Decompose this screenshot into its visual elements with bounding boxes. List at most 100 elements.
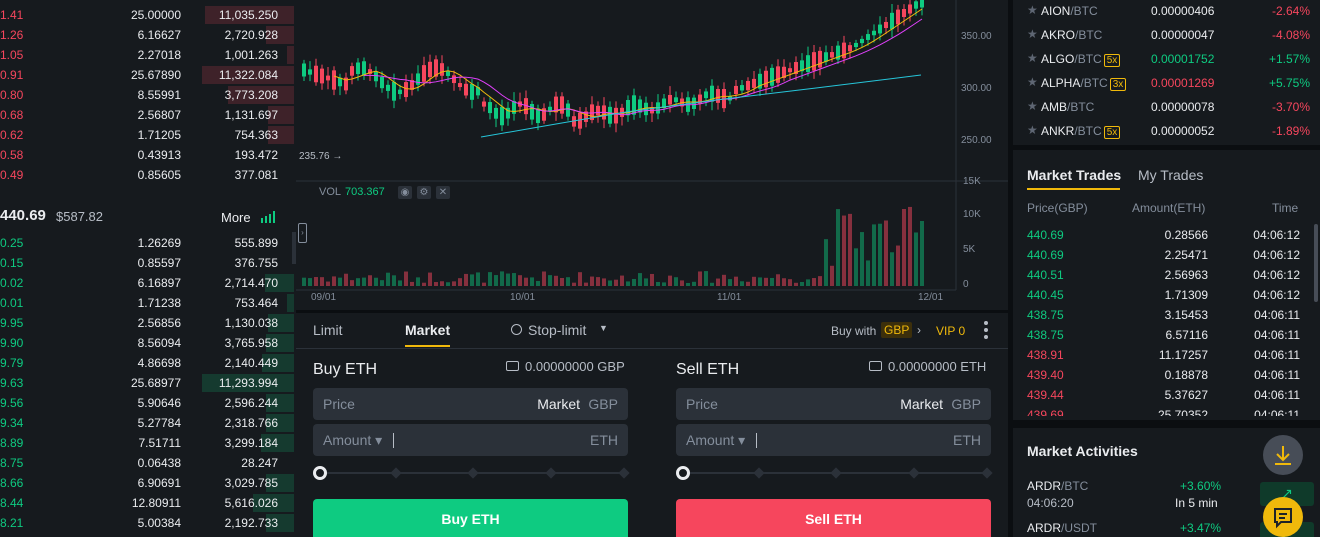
- chat-button[interactable]: [1263, 497, 1303, 537]
- order-book-row[interactable]: 0.01 1.71238 753.464: [0, 293, 296, 313]
- buy-price-field[interactable]: Price Market GBP: [313, 388, 628, 420]
- volume-bar: [362, 277, 366, 286]
- column-header-price: Price(GBP): [1027, 201, 1088, 215]
- star-icon[interactable]: ★: [1027, 75, 1038, 89]
- download-button[interactable]: [1263, 435, 1303, 475]
- pair-row[interactable]: ★ ALGO/BTC 5x 0.00001752 +1.57%: [1013, 49, 1320, 73]
- more-options-icon[interactable]: [984, 321, 988, 339]
- activity-change: +3.60%: [1180, 479, 1222, 493]
- candle-body: [872, 30, 876, 36]
- buy-button[interactable]: Buy ETH: [313, 499, 628, 537]
- candle-body: [356, 62, 360, 75]
- chevron-right-icon[interactable]: ›: [917, 323, 921, 337]
- price-chart[interactable]: 235.76 → VOL 703.367 ◉ ⚙ ✕ › 350.00 300.0…: [296, 0, 1008, 310]
- price-tick: 250.00: [961, 135, 992, 146]
- order-book-row[interactable]: 9.56 5.90646 2,596.244: [0, 393, 296, 413]
- vip-level[interactable]: VIP 0: [936, 324, 965, 338]
- order-book-row[interactable]: 9.79 4.86698 2,140.449: [0, 353, 296, 373]
- order-book-row[interactable]: 0.02 6.16897 2,714.470: [0, 273, 296, 293]
- order-book-row[interactable]: 0.68 2.56807 1,131.697: [0, 105, 296, 125]
- pair-row[interactable]: ★ AKRO/BTC 0.00000047 -4.08%: [1013, 25, 1320, 49]
- more-button[interactable]: More: [221, 210, 251, 225]
- candle-body: [746, 80, 750, 91]
- active-tab-indicator: [405, 345, 450, 347]
- slider-handle[interactable]: [313, 466, 327, 480]
- volume-bar: [380, 280, 384, 286]
- volume-bar: [428, 272, 432, 286]
- candle-body: [764, 70, 768, 88]
- buy-amount-slider[interactable]: [313, 466, 630, 480]
- order-book-row[interactable]: 0.91 25.67890 11,322.084: [0, 65, 296, 85]
- pair-row[interactable]: ★ AION/BTC 0.00000406 -2.64%: [1013, 1, 1320, 25]
- candle-body: [338, 77, 342, 87]
- star-icon[interactable]: ★: [1027, 51, 1038, 65]
- candle-body: [398, 89, 402, 95]
- candle-body: [884, 21, 888, 29]
- bars-icon[interactable]: [260, 211, 276, 223]
- slider-handle[interactable]: [676, 466, 690, 480]
- candle-body: [482, 101, 486, 107]
- close-icon[interactable]: ✕: [436, 186, 450, 199]
- order-book-row[interactable]: 0.15 0.85597 376.755: [0, 253, 296, 273]
- tab-stop-limit[interactable]: Stop-limit: [528, 322, 586, 338]
- tab-my-trades[interactable]: My Trades: [1138, 167, 1203, 183]
- chevron-down-icon[interactable]: ▼: [599, 323, 608, 333]
- order-book-row[interactable]: 1.26 6.16627 2,720.928: [0, 25, 296, 45]
- order-book-row[interactable]: 0.80 8.55991 3,773.208: [0, 85, 296, 105]
- volume-bar: [770, 277, 774, 286]
- order-amount: 1.26269: [137, 236, 181, 250]
- order-book-row[interactable]: 9.90 8.56094 3,765.958: [0, 333, 296, 353]
- order-book-row[interactable]: 0.58 0.43913 193.472: [0, 145, 296, 165]
- candlestick-chart[interactable]: [296, 0, 1008, 310]
- star-icon[interactable]: ★: [1027, 123, 1038, 137]
- order-book-row[interactable]: 0.62 1.71205 754.363: [0, 125, 296, 145]
- trade-amount: 0.28566: [1164, 228, 1208, 242]
- pair-row[interactable]: ★ ALPHA/BTC 3x 0.00001269 +5.75%: [1013, 73, 1320, 97]
- settings-icon[interactable]: ⚙: [417, 186, 431, 199]
- order-book-row[interactable]: 9.95 2.56856 1,130.038: [0, 313, 296, 333]
- tab-market-trades[interactable]: Market Trades: [1027, 167, 1121, 183]
- info-icon[interactable]: [511, 324, 522, 335]
- order-book-row[interactable]: 1.05 2.27018 1,001.263: [0, 45, 296, 65]
- order-book-row[interactable]: 8.89 7.51711 3,299.184: [0, 433, 296, 453]
- order-total: 2,714.470: [224, 276, 278, 290]
- tab-market[interactable]: Market: [405, 322, 450, 338]
- volume-bar: [500, 271, 504, 286]
- volume-bar: [668, 275, 672, 286]
- order-total: 11,293.994: [218, 376, 278, 390]
- amount-label[interactable]: Amount ▾: [323, 432, 382, 449]
- sell-amount-slider[interactable]: [676, 466, 993, 480]
- sell-amount-field[interactable]: Amount ▾ ETH: [676, 424, 991, 456]
- order-book-row[interactable]: 8.66 6.90691 3,029.785: [0, 473, 296, 493]
- volume-bar: [368, 275, 372, 286]
- order-book-row[interactable]: 0.49 0.85605 377.081: [0, 165, 296, 185]
- order-amount: 6.16627: [137, 28, 181, 42]
- order-book-row[interactable]: 8.75 0.06438 28.247: [0, 453, 296, 473]
- order-book-row[interactable]: 8.44 12.80911 5,616.026: [0, 493, 296, 513]
- order-book-row[interactable]: 1.41 25.00000 11,035.250: [0, 5, 296, 25]
- order-price: 0.58: [0, 148, 24, 162]
- order-total: 753.464: [234, 296, 278, 310]
- chart-expand-toggle[interactable]: ›: [298, 223, 307, 243]
- star-icon[interactable]: ★: [1027, 27, 1038, 41]
- pair-row[interactable]: ★ AMB/BTC 0.00000078 -3.70%: [1013, 97, 1320, 121]
- trades-scrollbar[interactable]: [1314, 224, 1318, 302]
- order-book-row[interactable]: 0.25 1.26269 555.899: [0, 233, 296, 253]
- candle-body: [734, 85, 738, 95]
- volume-bar: [386, 272, 390, 286]
- volume-bar: [878, 223, 882, 286]
- tab-limit[interactable]: Limit: [313, 322, 343, 338]
- order-book-row[interactable]: 8.21 5.00384 2,192.733: [0, 513, 296, 533]
- amount-label[interactable]: Amount ▾: [686, 432, 745, 449]
- buy-with-currency[interactable]: GBP: [881, 322, 913, 338]
- sell-price-field[interactable]: Price Market GBP: [676, 388, 991, 420]
- order-book-row[interactable]: 9.34 5.27784 2,318.766: [0, 413, 296, 433]
- pair-row[interactable]: ★ ANKR/BTC 5x 0.00000052 -1.89%: [1013, 121, 1320, 145]
- volume-bar: [530, 277, 534, 286]
- star-icon[interactable]: ★: [1027, 3, 1038, 17]
- order-book-row[interactable]: 9.63 25.68977 11,293.994: [0, 373, 296, 393]
- eye-icon[interactable]: ◉: [398, 186, 412, 199]
- sell-button[interactable]: Sell ETH: [676, 499, 991, 537]
- star-icon[interactable]: ★: [1027, 99, 1038, 113]
- buy-amount-field[interactable]: Amount ▾ ETH: [313, 424, 628, 456]
